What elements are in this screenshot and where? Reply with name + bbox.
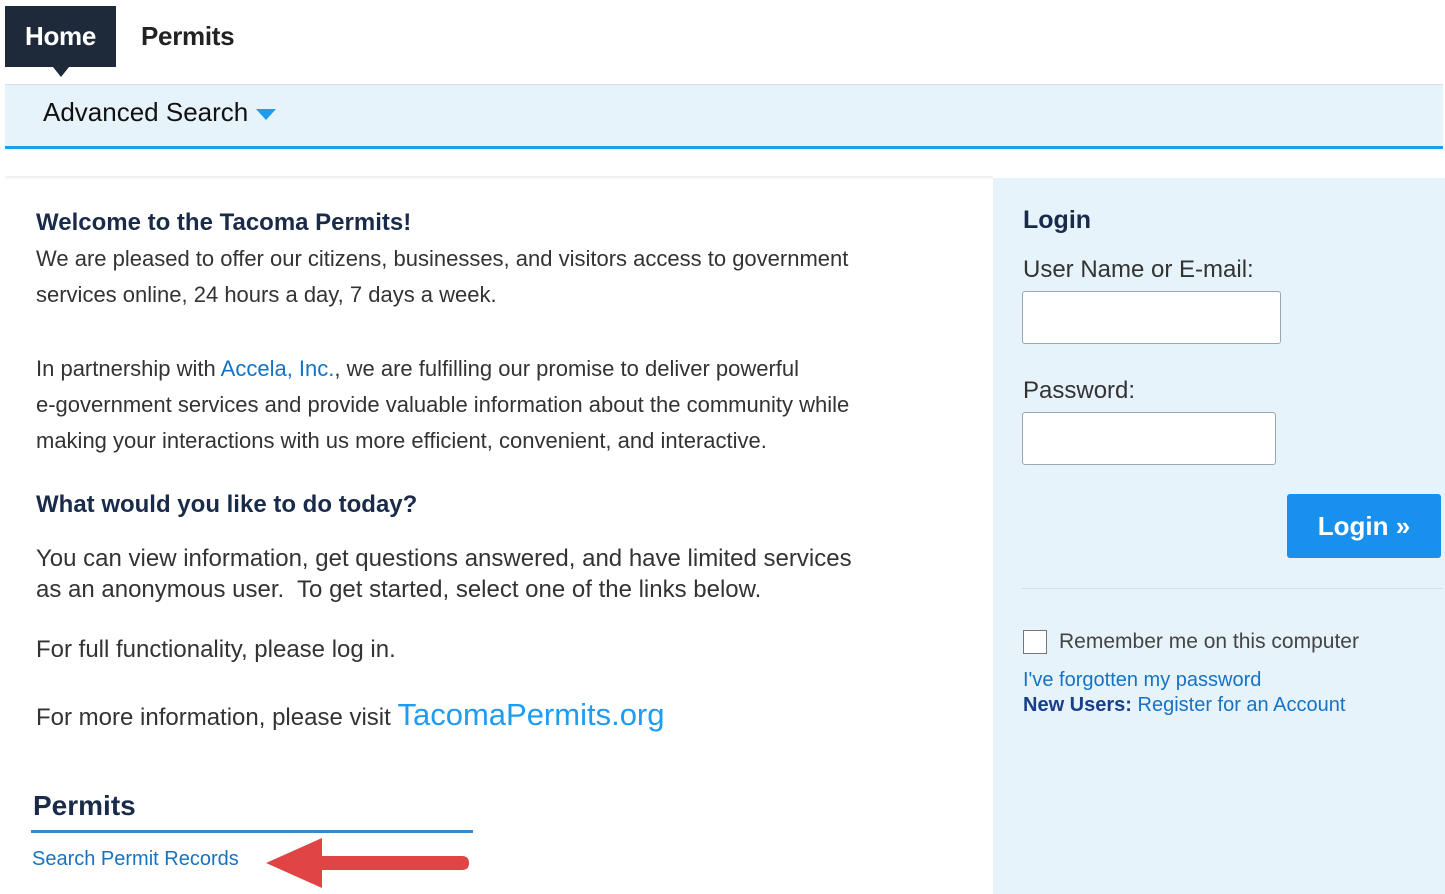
advanced-search-label: Advanced Search xyxy=(43,97,249,127)
welcome-intro-line2: services online, 24 hours a day, 7 days … xyxy=(36,282,497,307)
partner-prefix: In partnership with xyxy=(36,356,221,381)
full-functionality-text: For full functionality, please log in. xyxy=(36,636,396,663)
tacomapermits-link[interactable]: TacomaPermits.org xyxy=(397,697,664,732)
welcome-intro-line1: We are pleased to offer our citizens, bu… xyxy=(36,246,849,271)
forgot-password-link[interactable]: I've forgotten my password xyxy=(1023,669,1261,692)
remember-me-checkbox[interactable] xyxy=(1023,630,1047,654)
password-field[interactable] xyxy=(1022,412,1276,465)
username-field[interactable] xyxy=(1022,291,1281,344)
advanced-search-menu[interactable]: Advanced Search xyxy=(43,97,277,128)
tab-permits[interactable]: Permits xyxy=(116,6,252,67)
login-panel: Login User Name or E-mail: Password: Log… xyxy=(993,178,1445,894)
top-nav: Home Permits xyxy=(5,6,252,77)
remember-me-row: Remember me on this computer xyxy=(1023,630,1359,654)
partner-suffix: , we are fulfilling our promise to deliv… xyxy=(334,356,800,381)
caret-down-icon xyxy=(256,109,277,120)
tab-permits-label: Permits xyxy=(141,21,235,51)
todo-line2: as an anonymous user. To get started, se… xyxy=(36,576,762,603)
new-users-row: New Users: Register for an Account xyxy=(1023,694,1345,717)
tab-home[interactable]: Home xyxy=(5,6,116,77)
todo-line1: You can view information, get questions … xyxy=(36,545,852,572)
search-permit-records-link[interactable]: Search Permit Records xyxy=(32,848,239,871)
more-info-prefix: For more information, please visit xyxy=(36,704,398,731)
permits-section-heading: Permits xyxy=(33,790,136,821)
username-label: User Name or E-mail: xyxy=(1023,256,1254,283)
todo-title: What would you like to do today? xyxy=(36,491,418,518)
login-divider xyxy=(1022,588,1442,589)
sub-nav: Advanced Search xyxy=(5,85,1443,149)
welcome-title: Welcome to the Tacoma Permits! xyxy=(36,209,412,236)
welcome-content: Welcome to the Tacoma Permits! We are pl… xyxy=(36,205,966,733)
new-users-label: New Users: xyxy=(1023,694,1132,716)
register-account-link[interactable]: Register for an Account xyxy=(1138,694,1346,716)
accela-link[interactable]: Accela, Inc. xyxy=(221,356,335,381)
annotation-arrow-icon xyxy=(266,838,469,888)
tab-home-label: Home xyxy=(24,21,97,51)
partner-line2: e-government services and provide valuab… xyxy=(36,392,850,417)
partner-line3: making your interactions with us more ef… xyxy=(36,428,767,453)
content-top-shadow xyxy=(5,176,993,180)
password-label: Password: xyxy=(1023,377,1136,404)
more-info-text: For more information, please visit Tacom… xyxy=(36,699,966,733)
permits-section-divider xyxy=(31,830,473,833)
partner-line1: In partnership with Accela, Inc., we are… xyxy=(36,351,966,387)
remember-me-label: Remember me on this computer xyxy=(1059,630,1359,653)
login-title: Login xyxy=(1023,206,1092,234)
login-button[interactable]: Login » xyxy=(1287,494,1441,558)
